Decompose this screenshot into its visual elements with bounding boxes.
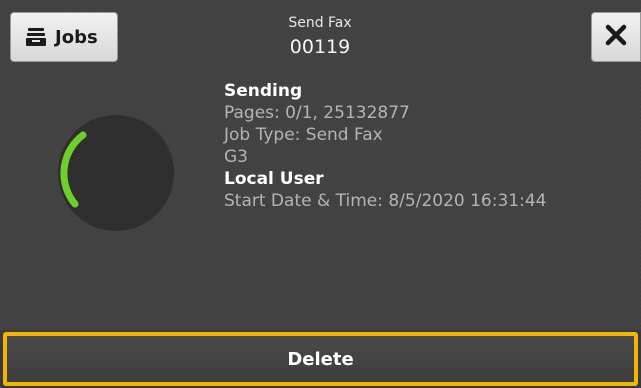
job-status: Sending	[224, 81, 303, 101]
job-number: 00119	[289, 36, 351, 58]
job-pages: Pages: 0/1, 25132877	[224, 103, 410, 123]
job-type: Job Type: Send Fax	[224, 125, 383, 145]
delete-button[interactable]: Delete	[3, 332, 638, 386]
fax-job-detail-screen: Jobs Send Fax 00119 Sending Pages: 0/1, …	[0, 0, 641, 388]
fax-line: G3	[224, 147, 248, 167]
jobs-button[interactable]: Jobs	[10, 12, 118, 62]
job-details: Sending Pages: 0/1, 25132877 Job Type: S…	[224, 80, 634, 212]
job-start-time: Start Date & Time: 8/5/2020 16:31:44	[224, 191, 547, 211]
close-icon	[605, 24, 627, 50]
screen-title: Send Fax	[288, 15, 352, 31]
job-user: Local User	[224, 169, 324, 189]
jobs-tray-icon	[25, 27, 47, 47]
spinner-track	[58, 115, 174, 231]
close-button[interactable]	[591, 12, 641, 62]
delete-button-label: Delete	[287, 348, 354, 370]
jobs-button-label: Jobs	[55, 26, 98, 48]
progress-spinner	[55, 112, 177, 234]
